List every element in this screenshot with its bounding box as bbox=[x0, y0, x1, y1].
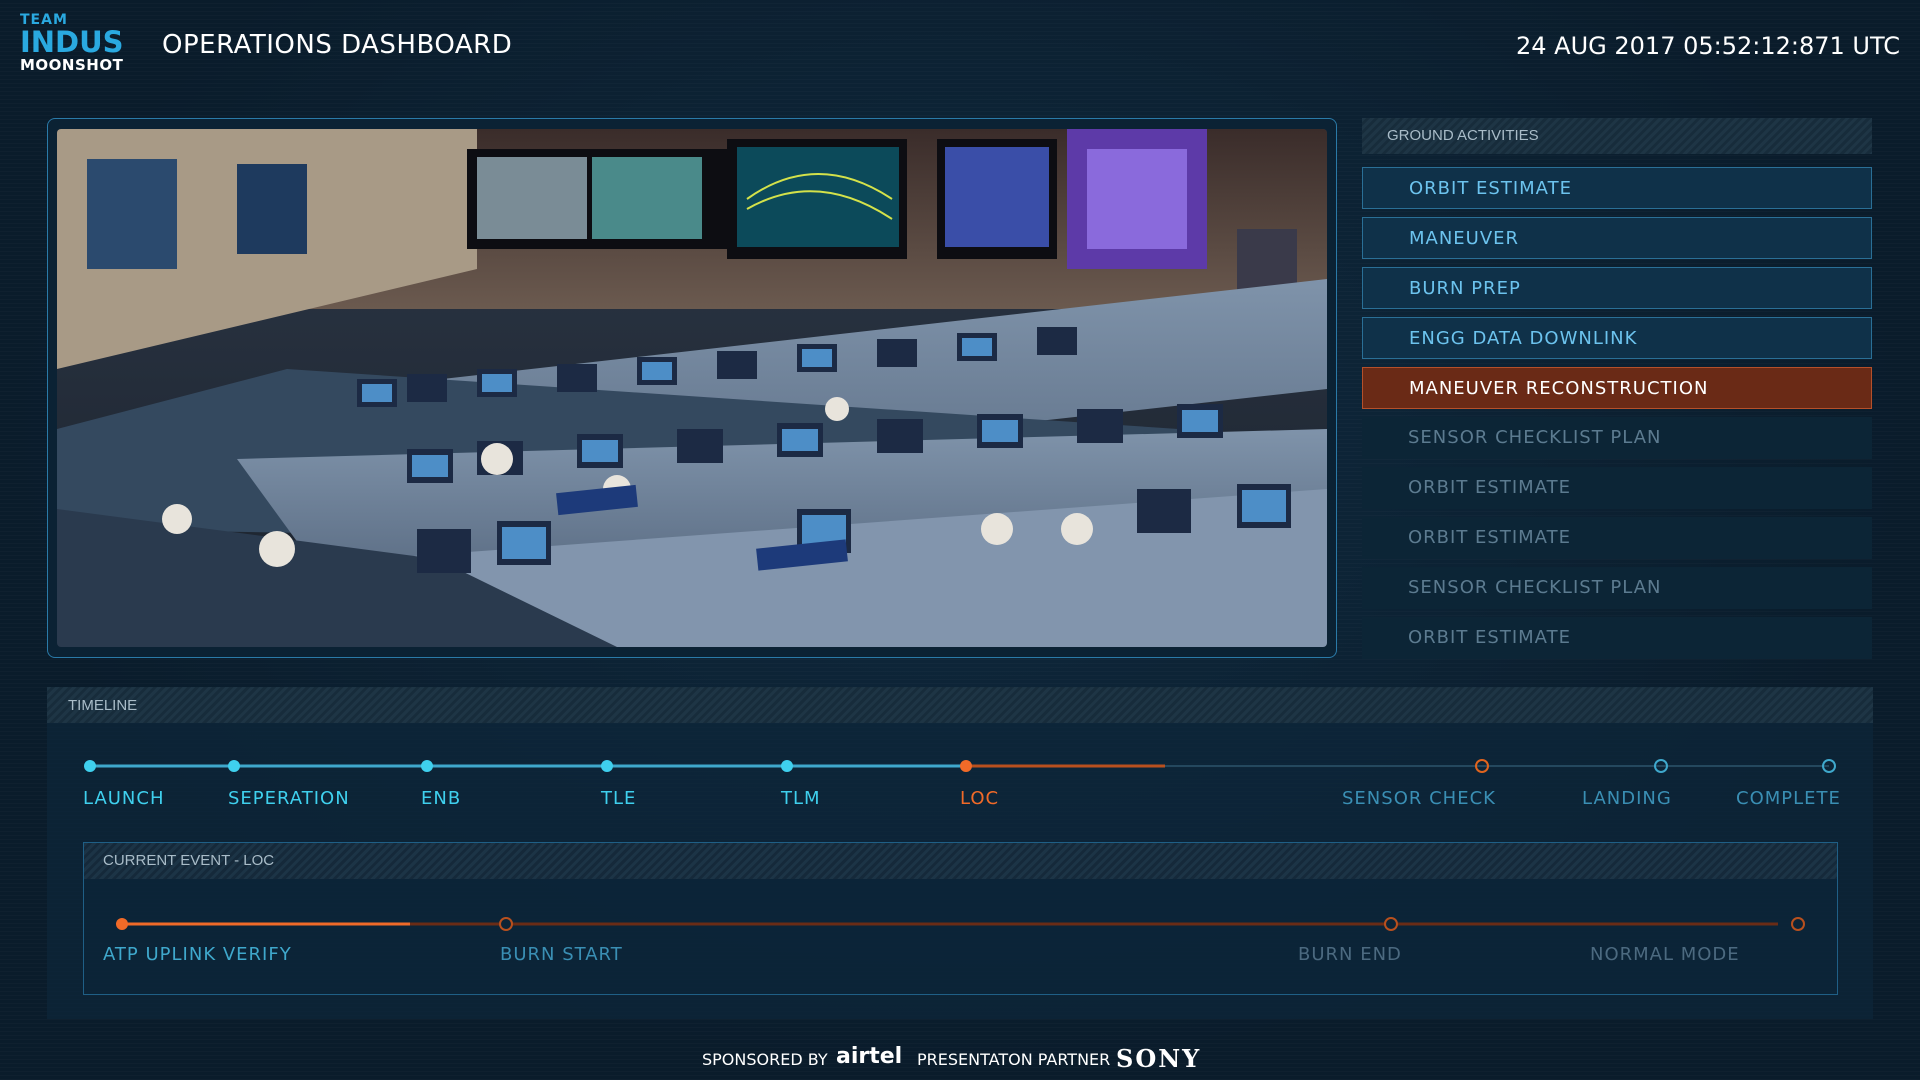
step-atp-uplink-verify[interactable]: ATP UPLINK VERIFY bbox=[103, 944, 292, 965]
step-dot-burn-end bbox=[1384, 917, 1398, 931]
sony-logo: SONY bbox=[1116, 1044, 1202, 1073]
step-burn-end[interactable]: BURN END bbox=[1298, 944, 1402, 965]
sponsored-by-label: SPONSORED BY bbox=[702, 1050, 828, 1069]
step-dot-normal-mode bbox=[1791, 917, 1805, 931]
step-dot-burn-start bbox=[499, 917, 513, 931]
presentation-partner-label: PRESENTATON PARTNER bbox=[917, 1050, 1111, 1069]
step-normal-mode[interactable]: NORMAL MODE bbox=[1590, 944, 1740, 965]
footer: SPONSORED BY airtel PRESENTATON PARTNER … bbox=[0, 1040, 1920, 1080]
step-dot-atp-uplink-verify bbox=[116, 918, 128, 930]
airtel-logo: airtel bbox=[836, 1044, 903, 1069]
step-burn-start[interactable]: BURN START bbox=[500, 944, 623, 965]
current-event-track bbox=[116, 917, 1805, 931]
